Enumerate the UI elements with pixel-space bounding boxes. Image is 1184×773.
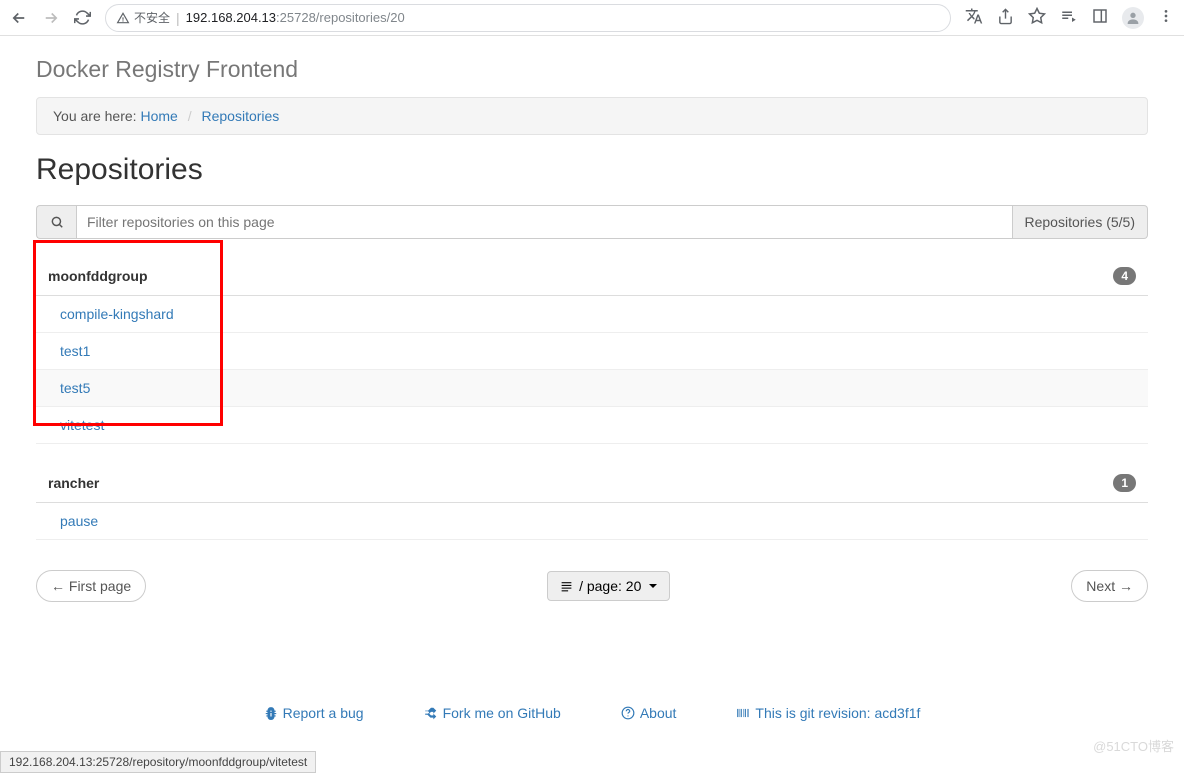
- star-icon[interactable]: [1028, 7, 1046, 28]
- breadcrumb: You are here: Home / Repositories: [36, 97, 1148, 135]
- pager: ← First page / page: 20 Next →: [36, 570, 1148, 602]
- footer: Report a bug Fork me on GitHub About Thi…: [0, 705, 1184, 721]
- translate-icon[interactable]: [965, 7, 983, 28]
- git-revision-link[interactable]: This is git revision: acd3f1f: [736, 705, 920, 721]
- breadcrumb-prefix: You are here:: [53, 108, 137, 124]
- back-button[interactable]: [10, 9, 28, 27]
- browser-toolbar: 不安全 | 192.168.204.13:25728/repositories/…: [0, 0, 1184, 36]
- search-icon: [36, 205, 76, 239]
- repo-item: test1: [36, 333, 1148, 370]
- repo-group-rancher: rancher 1 pause: [36, 464, 1148, 540]
- app-title: Docker Registry Frontend: [36, 56, 1148, 83]
- barcode-icon: [736, 706, 750, 720]
- repo-link-test1[interactable]: test1: [60, 343, 90, 359]
- search-row: Repositories (5/5): [36, 205, 1148, 239]
- breadcrumb-repositories[interactable]: Repositories: [201, 108, 279, 124]
- page-heading: Repositories: [36, 153, 1148, 187]
- count-badge: 4: [1113, 267, 1136, 285]
- url-text: 192.168.204.13:25728/repositories/20: [186, 10, 405, 25]
- status-bar: 192.168.204.13:25728/repository/moonfddg…: [0, 751, 316, 773]
- group-header[interactable]: rancher 1: [36, 464, 1148, 503]
- bug-icon: [264, 706, 278, 720]
- first-page-button[interactable]: ← First page: [36, 570, 146, 602]
- menu-icon[interactable]: [1158, 8, 1174, 27]
- repo-item: compile-kingshard: [36, 296, 1148, 333]
- next-page-button[interactable]: Next →: [1071, 570, 1148, 602]
- reload-button[interactable]: [74, 9, 91, 26]
- repo-link-pause[interactable]: pause: [60, 513, 98, 529]
- share-icon[interactable]: [997, 8, 1014, 28]
- question-icon: [621, 706, 635, 720]
- filter-input[interactable]: [76, 205, 1013, 239]
- count-badge: 1: [1113, 474, 1136, 492]
- list-icon: [560, 580, 573, 593]
- fork-github-link[interactable]: Fork me on GitHub: [424, 705, 561, 721]
- shuffle-icon: [424, 706, 438, 720]
- repo-link-compile-kingshard[interactable]: compile-kingshard: [60, 306, 174, 322]
- playlist-icon[interactable]: [1060, 7, 1078, 28]
- panel-icon[interactable]: [1092, 8, 1108, 27]
- repo-item: pause: [36, 503, 1148, 540]
- repo-group-moonfddgroup: moonfddgroup 4 compile-kingshard test1 t…: [36, 257, 1148, 444]
- repo-link-test5[interactable]: test5: [60, 380, 90, 396]
- profile-avatar[interactable]: [1122, 7, 1144, 29]
- repo-link-vitetest[interactable]: vitetest: [60, 417, 104, 433]
- repo-count-label: Repositories (5/5): [1013, 205, 1149, 239]
- per-page-dropdown[interactable]: / page: 20: [547, 571, 670, 601]
- forward-button[interactable]: [42, 9, 60, 27]
- about-link[interactable]: About: [621, 705, 677, 721]
- repo-item: test5: [36, 370, 1148, 407]
- address-bar[interactable]: 不安全 | 192.168.204.13:25728/repositories/…: [105, 4, 951, 32]
- insecure-icon: 不安全: [116, 9, 170, 26]
- report-bug-link[interactable]: Report a bug: [264, 705, 364, 721]
- group-header[interactable]: moonfddgroup 4: [36, 257, 1148, 296]
- breadcrumb-home[interactable]: Home: [140, 108, 177, 124]
- chevron-down-icon: [649, 584, 657, 588]
- repo-item: vitetest: [36, 407, 1148, 444]
- watermark: @51CTO博客: [1093, 736, 1174, 755]
